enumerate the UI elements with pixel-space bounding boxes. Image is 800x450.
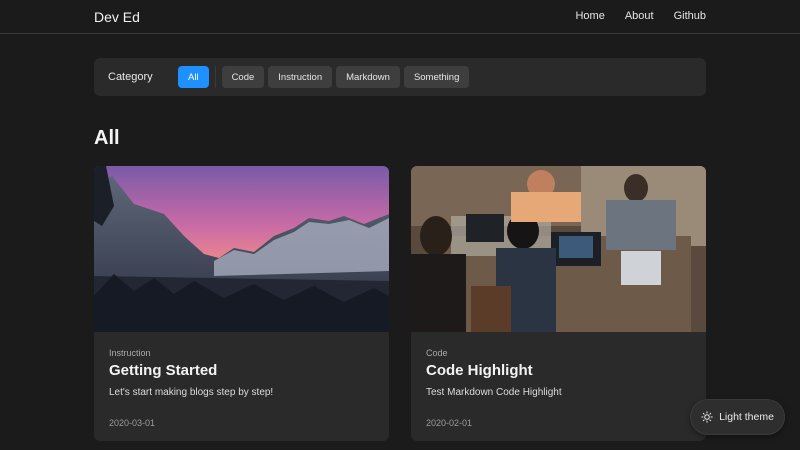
post-title[interactable]: Code Highlight <box>426 362 691 379</box>
category-label: Category <box>108 71 153 83</box>
post-category: Code <box>426 348 448 358</box>
top-navbar: Dev Ed Home About Github <box>0 0 800 34</box>
sun-icon <box>701 411 713 423</box>
category-chip-code[interactable]: Code <box>221 66 265 88</box>
category-bar: Category All Code Instruction Markdown S… <box>94 58 706 96</box>
nav-link-home[interactable]: Home <box>575 10 604 22</box>
post-date: 2020-03-01 <box>109 418 156 428</box>
site-brand[interactable]: Dev Ed <box>94 9 140 25</box>
post-description: Let's start making blogs step by step! <box>109 387 274 398</box>
card-body: Code Code Highlight Test Markdown Code H… <box>426 348 691 428</box>
people-working-laptops-photo <box>411 166 706 332</box>
section-heading: All <box>94 127 120 149</box>
post-category: Instruction <box>109 348 151 358</box>
post-title[interactable]: Getting Started <box>109 362 374 379</box>
card-body: Instruction Getting Started Let's start … <box>109 348 374 428</box>
chip-divider <box>214 66 216 88</box>
category-chips: All Code Instruction Markdown Something <box>178 66 470 88</box>
nav-link-about[interactable]: About <box>625 10 654 22</box>
nav-link-github[interactable]: Github <box>674 10 706 22</box>
post-description: Test Markdown Code Highlight <box>426 387 562 398</box>
theme-toggle-button[interactable]: Light theme <box>690 399 785 435</box>
mountain-sunset-photo <box>94 166 389 332</box>
post-date: 2020-02-01 <box>426 418 473 428</box>
post-card[interactable]: Instruction Getting Started Let's start … <box>94 166 389 441</box>
theme-toggle-label: Light theme <box>719 411 774 423</box>
category-chip-instruction[interactable]: Instruction <box>268 66 333 88</box>
category-chip-markdown[interactable]: Markdown <box>336 66 400 88</box>
nav-links: Home About Github <box>575 10 706 22</box>
category-chip-something[interactable]: Something <box>403 66 470 88</box>
post-card[interactable]: Code Code Highlight Test Markdown Code H… <box>411 166 706 441</box>
category-chip-all[interactable]: All <box>178 66 209 88</box>
